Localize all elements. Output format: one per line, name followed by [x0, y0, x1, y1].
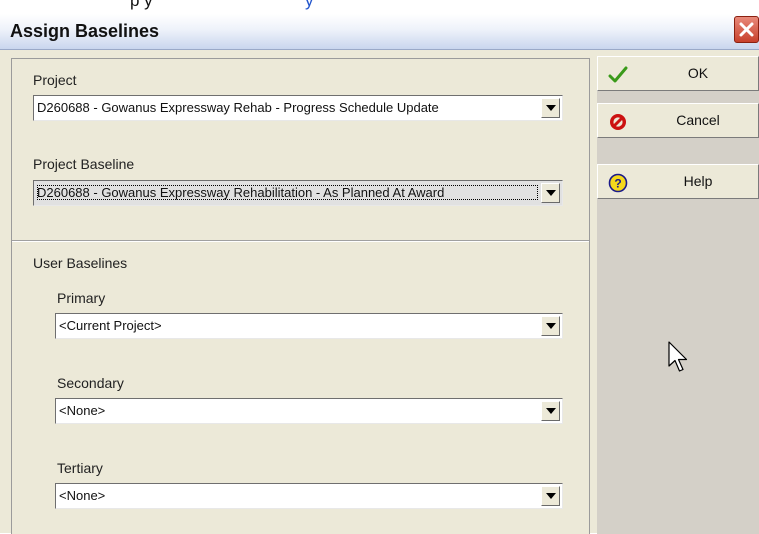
tertiary-baseline-select[interactable]: <None> [55, 483, 563, 509]
primary-label: Primary [57, 290, 106, 306]
chevron-down-icon [546, 408, 556, 414]
primary-baseline-value: <Current Project> [59, 318, 162, 333]
tertiary-baseline-value: <None> [59, 488, 106, 503]
background-window-strip: p y y [0, 0, 759, 14]
project-dropdown-button[interactable] [541, 98, 560, 118]
dialog-titlebar[interactable]: Assign Baselines [0, 14, 759, 50]
stop-icon [610, 114, 626, 130]
cancel-button[interactable]: Cancel [597, 103, 759, 138]
project-label: Project [33, 72, 77, 88]
project-select-value: D260688 - Gowanus Expressway Rehab - Pro… [37, 100, 439, 115]
project-baseline-select-value: D260688 - Gowanus Expressway Rehabilitat… [37, 185, 538, 200]
close-x-icon [739, 22, 754, 37]
chevron-down-icon [546, 105, 556, 111]
primary-baseline-select[interactable]: <Current Project> [55, 313, 563, 339]
background-window-link-text: y [305, 0, 314, 10]
section-divider [12, 240, 589, 242]
project-select[interactable]: D260688 - Gowanus Expressway Rehab - Pro… [33, 95, 563, 121]
checkmark-icon [608, 66, 628, 83]
dialog-title: Assign Baselines [10, 21, 160, 41]
close-button[interactable] [734, 16, 759, 43]
assign-baselines-dialog: Assign Baselines Project D260688 - Gowan… [0, 14, 759, 534]
tertiary-label: Tertiary [57, 460, 103, 476]
help-button[interactable]: ? Help [597, 164, 759, 199]
user-baselines-heading: User Baselines [33, 255, 128, 271]
project-baseline-select[interactable]: D260688 - Gowanus Expressway Rehabilitat… [33, 180, 563, 206]
background-window-text: p y [130, 0, 153, 10]
project-baseline-dropdown-button[interactable] [541, 183, 560, 203]
chevron-down-icon [546, 190, 556, 196]
mouse-pointer-icon [668, 341, 688, 372]
secondary-dropdown-button[interactable] [541, 401, 560, 421]
secondary-baseline-value: <None> [59, 403, 106, 418]
secondary-label: Secondary [57, 375, 124, 391]
ok-button-label: OK [687, 65, 709, 81]
help-button-label: Help [683, 173, 713, 189]
question-icon: ? [608, 173, 628, 193]
cancel-button-label: Cancel [676, 112, 720, 128]
svg-text:?: ? [614, 177, 621, 191]
primary-dropdown-button[interactable] [541, 316, 560, 336]
tertiary-dropdown-button[interactable] [541, 486, 560, 506]
secondary-baseline-select[interactable]: <None> [55, 398, 563, 424]
chevron-down-icon [546, 493, 556, 499]
chevron-down-icon [546, 323, 556, 329]
project-baseline-label: Project Baseline [33, 156, 135, 172]
ok-button[interactable]: OK [597, 56, 759, 91]
